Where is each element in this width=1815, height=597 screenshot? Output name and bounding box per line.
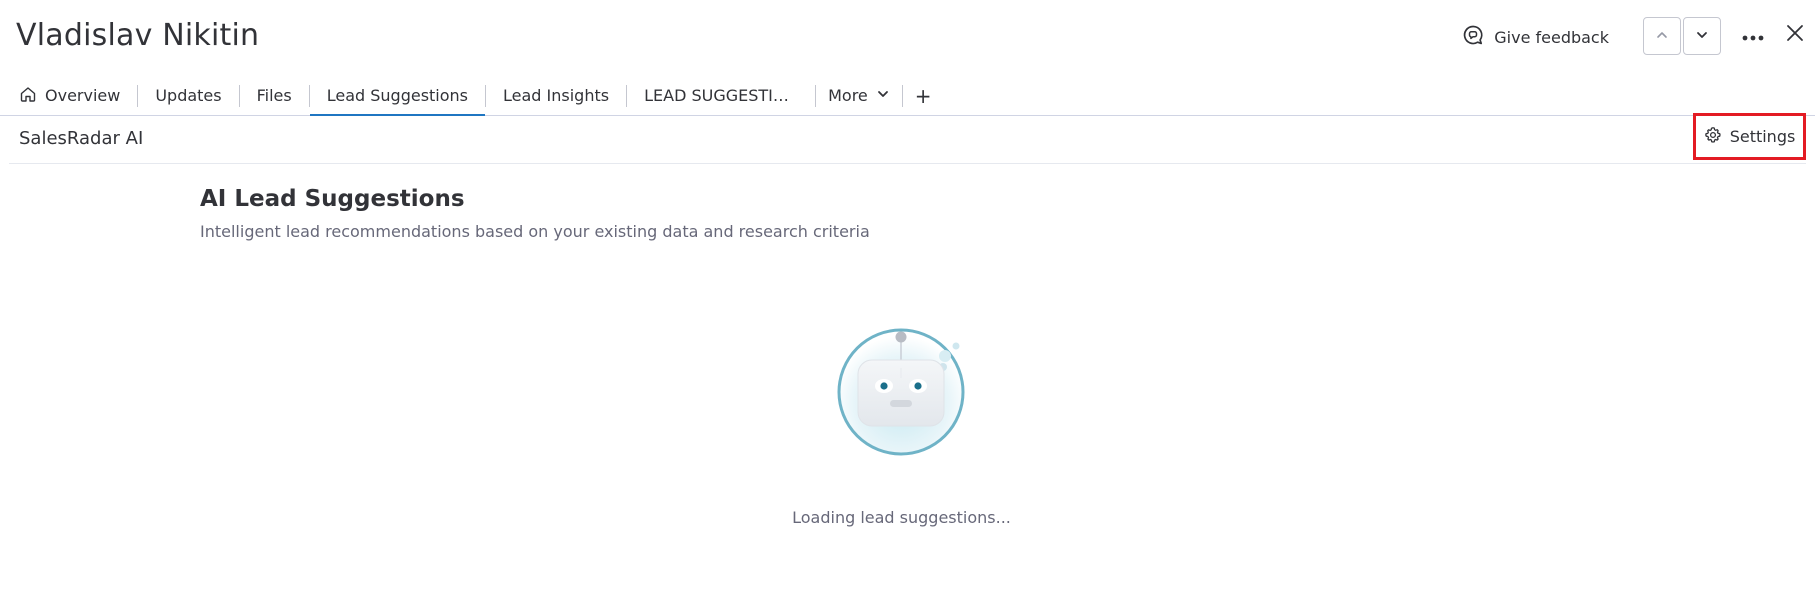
robot-icon	[837, 328, 965, 456]
gear-icon	[1704, 126, 1722, 148]
chevron-down-icon	[1695, 27, 1709, 46]
header-actions: Give feedback	[1415, 17, 1815, 57]
close-button[interactable]	[1783, 23, 1807, 47]
content-subtitle: Intelligent lead recommendations based o…	[200, 222, 870, 241]
loading-text: Loading lead suggestions...	[792, 508, 1011, 527]
home-icon	[19, 85, 37, 107]
page-title: Vladislav Nikitin	[16, 18, 260, 53]
tab-label: LEAD SUGGESTIO...	[644, 86, 799, 105]
app-subbar: SalesRadar AI Settings	[9, 113, 1806, 164]
tab-more-label: More	[828, 86, 868, 105]
close-icon	[1786, 24, 1804, 46]
tab-label: Lead Suggestions	[326, 86, 469, 105]
tab-label: Lead Insights	[503, 86, 610, 105]
settings-label: Settings	[1729, 127, 1796, 146]
tab-updates[interactable]: Updates	[138, 76, 238, 115]
tab-label: Files	[256, 86, 292, 105]
previous-item-button[interactable]	[1643, 17, 1681, 55]
tab-lead-suggestions[interactable]: Lead Suggestions	[309, 76, 486, 116]
app-name: SalesRadar AI	[19, 128, 144, 149]
chevron-down-icon	[876, 86, 890, 105]
tab-lead-insights[interactable]: Lead Insights	[486, 76, 626, 115]
give-feedback-button[interactable]: Give feedback	[1462, 17, 1609, 57]
tab-files[interactable]: Files	[240, 76, 309, 115]
tab-lead-suggestions-2[interactable]: LEAD SUGGESTIO...	[627, 76, 815, 115]
more-actions-button[interactable]	[1739, 23, 1767, 47]
tab-label: Overview	[45, 86, 121, 105]
next-item-button[interactable]	[1683, 17, 1721, 55]
robot-loading-illustration	[830, 326, 970, 458]
tab-more-dropdown[interactable]: More	[816, 76, 902, 115]
chevron-up-icon	[1655, 27, 1669, 46]
chat-bubble-icon	[1462, 24, 1484, 50]
add-tab-button[interactable]: +	[903, 76, 944, 115]
content-title: AI Lead Suggestions	[200, 186, 465, 212]
item-tabs: Overview Updates Files Lead Suggestions …	[0, 76, 1815, 116]
tab-overview[interactable]: Overview	[0, 76, 137, 115]
settings-button[interactable]: Settings	[1693, 113, 1806, 160]
more-dots-icon	[1742, 26, 1764, 45]
tab-label: Updates	[155, 86, 222, 105]
give-feedback-label: Give feedback	[1494, 27, 1609, 47]
item-header: Vladislav Nikitin Give feedback	[0, 0, 1815, 76]
